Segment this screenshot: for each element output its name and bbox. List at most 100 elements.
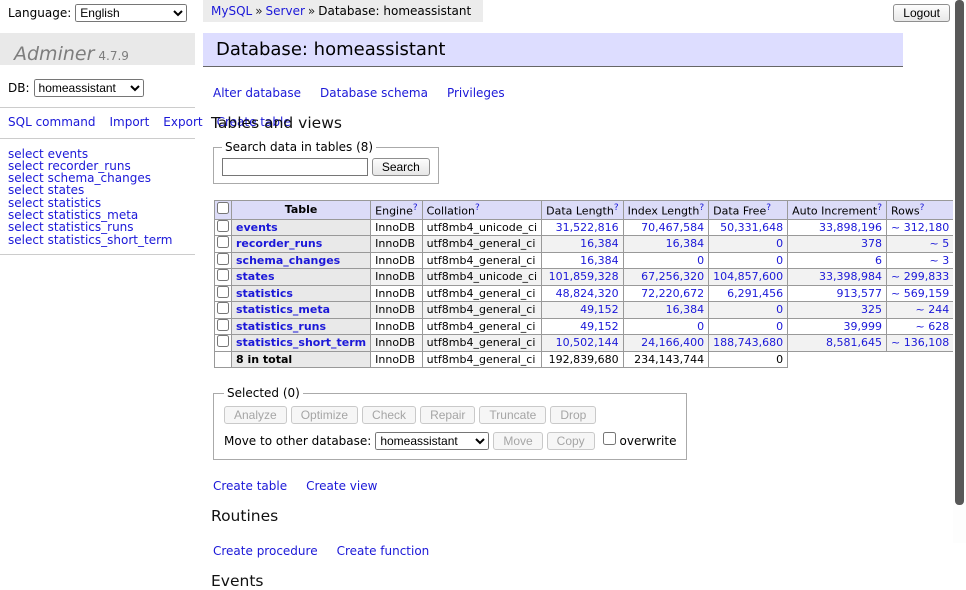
help-link[interactable]: ? — [699, 203, 704, 213]
data-free-link[interactable]: 104,857,600 — [713, 270, 783, 283]
auto-increment-link[interactable]: 33,898,196 — [819, 221, 882, 234]
help-link[interactable]: ? — [413, 203, 418, 213]
rows-link[interactable]: ~ 3 — [929, 254, 949, 267]
table-name-link-recorder_runs[interactable]: recorder_runs — [236, 237, 322, 250]
data-free-link[interactable]: 50,331,648 — [720, 221, 783, 234]
index-length-link[interactable]: 16,384 — [666, 303, 705, 316]
table-name-link-statistics_meta[interactable]: statistics_meta — [236, 303, 330, 316]
routine-link-1[interactable]: Create function — [337, 544, 430, 558]
rows-link[interactable]: ~ 136,108 — [891, 336, 949, 349]
search-button[interactable]: Search — [372, 158, 430, 176]
create-link-1[interactable]: Create view — [306, 479, 377, 493]
data-free-link[interactable]: 6,291,456 — [727, 287, 783, 300]
select-all-checkbox[interactable] — [217, 202, 229, 214]
move-button[interactable]: Move — [493, 432, 542, 450]
auto-increment-link[interactable]: 913,577 — [837, 287, 883, 300]
table-name-link-schema_changes[interactable]: schema_changes — [236, 254, 340, 267]
data-free-link[interactable]: 188,743,680 — [713, 336, 783, 349]
index-length-link[interactable]: 0 — [697, 254, 704, 267]
move-db-select[interactable]: homeassistant — [375, 432, 489, 450]
auto-increment-link[interactable]: 33,398,984 — [819, 270, 882, 283]
table-link-statistics_short_term[interactable]: statistics_short_term — [48, 233, 173, 247]
drop-button[interactable]: Drop — [550, 406, 596, 424]
row-checkbox-statistics_runs[interactable] — [217, 319, 229, 331]
index-length-link[interactable]: 70,467,584 — [641, 221, 704, 234]
scrollbar-thumb[interactable] — [955, 0, 964, 505]
search-input[interactable] — [222, 158, 368, 176]
auto-increment-link[interactable]: 8,581,645 — [826, 336, 882, 349]
search-fieldset: Search data in tables (8) Search — [213, 140, 439, 184]
table-name-link-states[interactable]: states — [236, 270, 275, 283]
table-name-link-events[interactable]: events — [236, 221, 278, 234]
optimize-button[interactable]: Optimize — [291, 406, 358, 424]
rows-link[interactable]: ~ 569,159 — [891, 287, 949, 300]
column-header-data-length: Data Length? — [542, 201, 623, 220]
copy-button[interactable]: Copy — [547, 432, 595, 450]
select-link-statistics_short_term[interactable]: select — [8, 233, 44, 247]
index-length-link[interactable]: 16,384 — [666, 237, 705, 250]
row-checkbox-recorder_runs[interactable] — [217, 236, 229, 248]
data-free-link[interactable]: 0 — [776, 320, 783, 333]
data-length-link[interactable]: 16,384 — [580, 254, 619, 267]
help-link[interactable]: ? — [877, 203, 882, 213]
rows-link[interactable]: ~ 299,833 — [891, 270, 949, 283]
data-free-link[interactable]: 0 — [776, 303, 783, 316]
data-length-cell: 48,824,320 — [542, 285, 623, 302]
auto-increment-link[interactable]: 6 — [875, 254, 882, 267]
row-checkbox-statistics_short_term[interactable] — [217, 335, 229, 347]
db-nav-link-1[interactable]: Database schema — [320, 86, 428, 100]
data-free-link[interactable]: 0 — [776, 237, 783, 250]
rows-link[interactable]: ~ 5 — [929, 237, 949, 250]
row-checkbox-states[interactable] — [217, 269, 229, 281]
table-name-link-statistics_short_term[interactable]: statistics_short_term — [236, 336, 366, 349]
data-length-link[interactable]: 48,824,320 — [556, 287, 619, 300]
auto-increment-cell: 8,581,645 — [788, 335, 887, 352]
data-length-link[interactable]: 49,152 — [580, 303, 619, 316]
index-length-link[interactable]: 72,220,672 — [641, 287, 704, 300]
database-nav-links: Alter database Database schema Privileges — [213, 86, 903, 100]
auto-increment-link[interactable]: 378 — [861, 237, 882, 250]
db-nav-link-2[interactable]: Privileges — [447, 86, 505, 100]
db-nav-link-0[interactable]: Alter database — [213, 86, 301, 100]
rows-link[interactable]: ~ 628 — [915, 320, 949, 333]
check-button[interactable]: Check — [362, 406, 416, 424]
analyze-button[interactable]: Analyze — [224, 406, 287, 424]
rows-link[interactable]: ~ 244 — [915, 303, 949, 316]
data-length-link[interactable]: 10,502,144 — [556, 336, 619, 349]
rows-link[interactable]: ~ 312,180 — [891, 221, 949, 234]
breadcrumb-link-server[interactable]: Server — [266, 4, 305, 18]
row-checkbox-statistics_meta[interactable] — [217, 302, 229, 314]
truncate-button[interactable]: Truncate — [479, 406, 546, 424]
data-length-link[interactable]: 101,859,328 — [549, 270, 619, 283]
repair-button[interactable]: Repair — [420, 406, 475, 424]
auto-increment-link[interactable]: 39,999 — [844, 320, 883, 333]
help-link[interactable]: ? — [475, 203, 480, 213]
index-length-link[interactable]: 0 — [697, 320, 704, 333]
auto-increment-link[interactable]: 325 — [861, 303, 882, 316]
sidebar-action-1[interactable]: Import — [109, 115, 149, 129]
events-heading: Events — [211, 572, 903, 590]
rows-cell: ~ 312,180 — [887, 219, 954, 236]
overwrite-checkbox[interactable] — [603, 432, 616, 445]
row-checkbox-cell — [215, 236, 232, 253]
routine-link-0[interactable]: Create procedure — [213, 544, 318, 558]
breadcrumb-link-mysql[interactable]: MySQL — [211, 4, 252, 18]
help-link[interactable]: ? — [920, 203, 925, 213]
db-select[interactable]: homeassistant — [34, 79, 144, 97]
row-checkbox-events[interactable] — [217, 220, 229, 232]
sidebar-action-0[interactable]: SQL command — [8, 115, 95, 129]
data-length-link[interactable]: 31,522,816 — [556, 221, 619, 234]
table-name-link-statistics_runs[interactable]: statistics_runs — [236, 320, 326, 333]
table-name-link-statistics[interactable]: statistics — [236, 287, 293, 300]
help-link[interactable]: ? — [766, 203, 771, 213]
create-link-0[interactable]: Create table — [213, 479, 287, 493]
sidebar-action-2[interactable]: Export — [163, 115, 202, 129]
index-length-link[interactable]: 67,256,320 — [641, 270, 704, 283]
row-checkbox-schema_changes[interactable] — [217, 253, 229, 265]
data-length-link[interactable]: 16,384 — [580, 237, 619, 250]
index-length-link[interactable]: 24,166,400 — [641, 336, 704, 349]
data-length-link[interactable]: 49,152 — [580, 320, 619, 333]
help-link[interactable]: ? — [614, 203, 619, 213]
row-checkbox-statistics[interactable] — [217, 286, 229, 298]
data-free-link[interactable]: 0 — [776, 254, 783, 267]
